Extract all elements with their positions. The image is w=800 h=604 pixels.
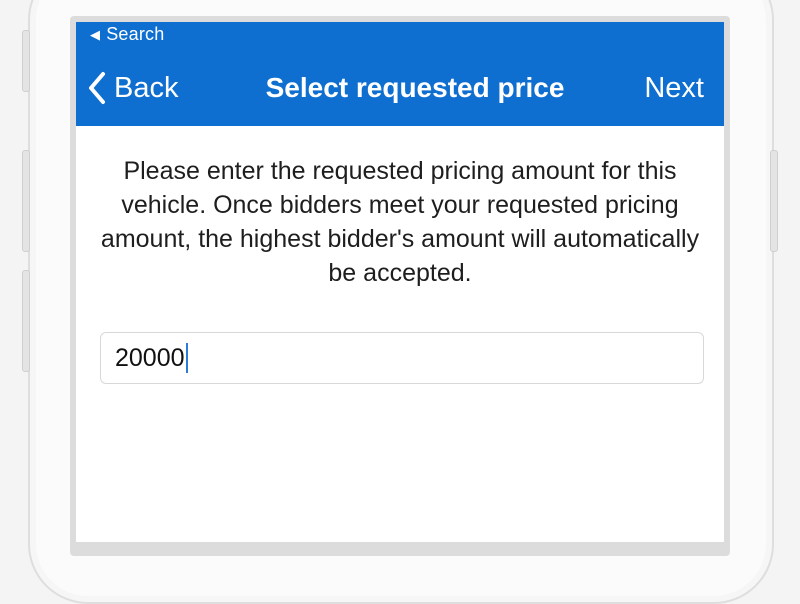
requested-price-input[interactable]: 20000 (100, 332, 704, 384)
volume-down-button (22, 270, 30, 372)
instructions-text: Please enter the requested pricing amoun… (100, 157, 700, 287)
next-button[interactable]: Next (644, 70, 704, 106)
text-cursor (185, 343, 188, 373)
navigation-bar: ◀ Search Back Select requested price Nex… (76, 22, 724, 126)
volume-up-button (22, 150, 30, 252)
back-to-app-label: Search (106, 24, 165, 44)
back-triangle-icon: ◀ (90, 26, 101, 42)
power-button (770, 150, 778, 252)
back-to-app-link[interactable]: ◀ Search (90, 24, 164, 45)
page-title: Select requested price (265, 72, 565, 103)
app-screen: ◀ Search Back Select requested price Nex… (76, 22, 724, 542)
content-area: Please enter the requested pricing amoun… (76, 126, 724, 384)
price-input-value: 20000 (115, 343, 185, 372)
mute-switch (22, 30, 30, 92)
